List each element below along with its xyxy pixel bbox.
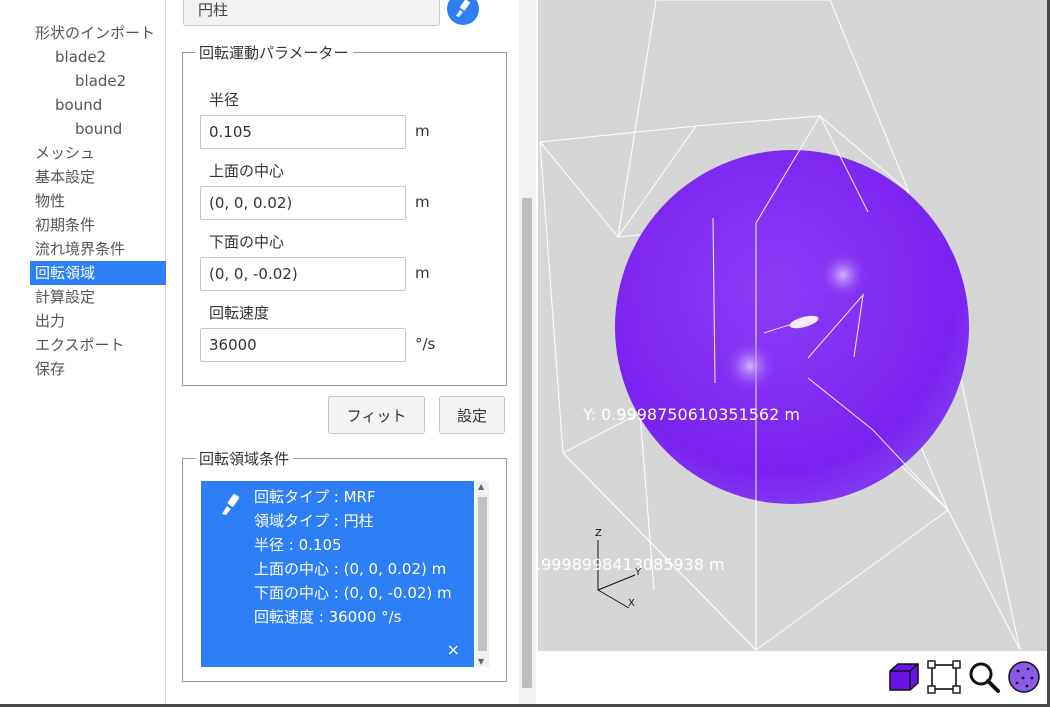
radius-unit: m [415,122,430,140]
tree-item-calc-settings[interactable]: 計算設定 [35,285,95,309]
zoom-icon[interactable] [966,659,1002,695]
top-center-input[interactable] [200,186,406,220]
tree-item-mesh[interactable]: メッシュ [35,141,95,165]
scene-canvas [539,0,1021,651]
scroll-down-icon[interactable]: ▼ [478,657,484,666]
bounding-box-icon[interactable] [926,659,962,695]
tree-item-initial-conditions[interactable]: 初期条件 [35,213,95,237]
y-dimension-readout: Y: 0.9998750610351562 m [583,405,800,424]
shape-type-select[interactable]: 円柱 [183,0,440,26]
bottom-center-label: 下面の中心 [209,233,285,251]
condition-rotation-speed: 回転速度 : 36000 °/s [254,608,402,626]
axis-z-label: Z [595,528,602,539]
tree-item-shape-import[interactable]: 形状のインポート [35,21,155,45]
radius-label: 半径 [209,91,240,109]
rotation-conditions-group: 回転領域条件 回転タイプ : MRF 領域タイプ : 円柱 半径 : 0.105… [182,448,507,682]
bottom-center-unit: m [415,264,430,282]
mesh-points-icon[interactable] [1006,659,1042,695]
top-center-unit: m [415,193,430,211]
panel-scrollbar[interactable] [519,0,536,704]
tree-item-export[interactable]: エクスポート [35,333,125,357]
viewport-toolbar [538,651,1047,704]
rotation-conditions-legend: 回転領域条件 [195,448,294,469]
condition-bottom-center: 下面の中心 : (0, 0, -0.02) m [254,584,452,602]
shape-edit-button[interactable] [447,0,479,25]
tree-item-basic-settings[interactable]: 基本設定 [35,165,95,189]
radius-input[interactable] [200,115,406,149]
tree-item-bound-group[interactable]: bound [55,93,102,117]
scroll-up-icon[interactable]: ▲ [478,482,484,491]
conditions-scrollbar[interactable]: ▲ ▼ [476,481,489,667]
axis-x-label: X [628,598,635,609]
set-button[interactable]: 設定 [439,396,505,434]
top-center-label: 上面の中心 [209,162,285,180]
solid-view-icon[interactable] [886,659,922,695]
axis-y-label: Y [635,567,642,578]
tree-item-output[interactable]: 出力 [35,309,65,333]
rotation-speed-label: 回転速度 [209,304,270,322]
condition-top-center: 上面の中心 : (0, 0, 0.02) m [254,560,447,578]
rotation-speed-input[interactable] [200,328,406,362]
rotation-parameters-legend: 回転運動パラメーター [195,42,353,63]
rotation-condition-card[interactable]: 回転タイプ : MRF 領域タイプ : 円柱 半径 : 0.105 上面の中心 … [201,481,474,667]
tree-item-bound[interactable]: bound [75,117,122,141]
settings-tree: 形状のインポート blade2 blade2 bound bound メッシュ … [0,0,166,704]
rotation-parameters-group: 回転運動パラメーター 半径 m 上面の中心 m 下面の中心 m 回転速度 °/s [182,42,507,386]
tree-item-save[interactable]: 保存 [35,357,65,381]
conditions-scroll-thumb[interactable] [478,497,487,651]
close-icon[interactable]: × [447,640,460,659]
rotation-speed-unit: °/s [415,335,436,353]
panel-scroll-thumb[interactable] [522,198,532,688]
3d-viewport[interactable]: Y: 0.9998750610351562 m .999899841308593… [538,0,1047,651]
condition-zone-type: 領域タイプ : 円柱 [254,512,374,530]
tree-item-blade2[interactable]: blade2 [75,69,126,93]
tree-item-rotation-zone[interactable]: 回転領域 [30,261,166,285]
brush-icon [222,493,240,515]
condition-radius: 半径 : 0.105 [254,536,342,554]
brush-icon [456,0,470,17]
bottom-center-input[interactable] [200,257,406,291]
fit-button[interactable]: フィット [328,396,425,434]
x-dimension-readout: .9998998413085938 m [538,555,725,574]
tree-item-flow-boundary[interactable]: 流れ境界条件 [35,237,125,261]
tree-item-blade2-group[interactable]: blade2 [55,45,106,69]
rotation-zone-panel: 円柱 回転運動パラメーター 半径 m 上面の中心 m 下面の中心 m 回転速度 … [167,0,537,704]
condition-rotation-type: 回転タイプ : MRF [254,488,376,506]
tree-item-properties[interactable]: 物性 [35,189,65,213]
